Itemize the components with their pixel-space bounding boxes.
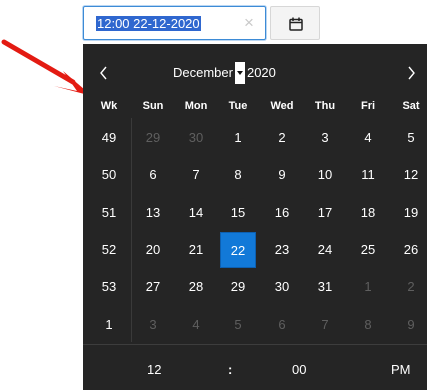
calendar-day[interactable]: 4 <box>350 120 386 156</box>
calendar-day[interactable]: 9 <box>393 307 427 343</box>
weekday-header: Tue <box>228 100 248 112</box>
time-separator: : <box>228 362 233 377</box>
calendar-day[interactable]: 26 <box>393 232 427 268</box>
chevron-left-icon <box>100 66 107 80</box>
calendar-day[interactable]: 18 <box>350 195 386 231</box>
week-number: 50 <box>101 167 117 182</box>
month-year-selector[interactable]: December 2020 <box>173 62 276 84</box>
calendar-day[interactable]: 12 <box>393 157 427 193</box>
calendar-day[interactable]: 3 <box>135 307 171 343</box>
calendar-day[interactable]: 27 <box>135 269 171 305</box>
calendar-day[interactable]: 9 <box>264 157 300 193</box>
date-picker-popup: December 2020 Wk Sun Mon Tue Wed Thu Fri … <box>83 44 427 390</box>
calendar-day[interactable]: 29 <box>220 269 256 305</box>
ampm-toggle[interactable]: PM <box>391 361 411 379</box>
minute-input[interactable]: 00 <box>292 361 306 379</box>
calendar-day[interactable]: 29 <box>135 120 171 156</box>
calendar-day[interactable]: 31 <box>307 269 343 305</box>
calendar-day[interactable]: 13 <box>135 195 171 231</box>
week-number: 52 <box>101 242 117 257</box>
date-time-value[interactable]: 12:00 22-12-2020 <box>96 16 201 31</box>
calendar-day[interactable]: 16 <box>264 195 300 231</box>
weekday-header: Thu <box>314 100 336 112</box>
calendar-day[interactable]: 6 <box>264 307 300 343</box>
calendar-day[interactable]: 19 <box>393 195 427 231</box>
selected-calendar-day[interactable]: 22 <box>220 232 256 268</box>
week-number-header: Wk <box>100 100 118 112</box>
calendar-day[interactable]: 8 <box>220 157 256 193</box>
week-number: 53 <box>101 279 117 294</box>
close-icon[interactable]: × <box>242 14 256 32</box>
month-label: December <box>173 65 233 80</box>
calendar-day[interactable]: 1 <box>220 120 256 156</box>
calendar-icon <box>289 17 303 31</box>
calendar-day[interactable]: 17 <box>307 195 343 231</box>
calendar-day[interactable]: 2 <box>264 120 300 156</box>
year-label: 2020 <box>246 65 276 80</box>
calendar-day[interactable]: 30 <box>264 269 300 305</box>
calendar-day[interactable]: 24 <box>307 232 343 268</box>
date-time-input[interactable]: 12:00 22-12-2020 × <box>83 6 266 40</box>
calendar-day[interactable]: 23 <box>264 232 300 268</box>
calendar-day[interactable]: 30 <box>178 120 214 156</box>
calendar-day[interactable]: 7 <box>307 307 343 343</box>
calendar-day[interactable]: 14 <box>178 195 214 231</box>
weekday-header: Mon <box>184 100 208 112</box>
calendar-day[interactable]: 4 <box>178 307 214 343</box>
chevron-down-icon[interactable] <box>234 62 245 84</box>
calendar-day[interactable]: 5 <box>220 307 256 343</box>
chevron-right-icon <box>408 66 415 80</box>
calendar-day[interactable]: 11 <box>350 157 386 193</box>
week-number: 1 <box>105 317 113 332</box>
weekday-header: Sat <box>402 100 420 112</box>
calendar-day[interactable]: 20 <box>135 232 171 268</box>
next-month-button[interactable] <box>403 62 419 84</box>
calendar-day[interactable]: 15 <box>220 195 256 231</box>
calendar-day[interactable]: 8 <box>350 307 386 343</box>
weekday-header: Fri <box>360 100 376 112</box>
previous-month-button[interactable] <box>96 62 112 84</box>
calendar-day[interactable]: 10 <box>307 157 343 193</box>
calendar-day[interactable]: 21 <box>178 232 214 268</box>
weekday-header: Sun <box>142 100 164 112</box>
calendar-day[interactable]: 7 <box>178 157 214 193</box>
time-selector: 12 : 00 PM <box>83 344 427 391</box>
calendar-button[interactable] <box>270 6 320 40</box>
calendar-day[interactable]: 25 <box>350 232 386 268</box>
calendar-day[interactable]: 3 <box>307 120 343 156</box>
weekday-header: Wed <box>270 100 294 112</box>
calendar-day[interactable]: 28 <box>178 269 214 305</box>
week-number: 49 <box>101 130 117 145</box>
calendar-day[interactable]: 1 <box>350 269 386 305</box>
calendar-day[interactable]: 5 <box>393 120 427 156</box>
calendar-day[interactable]: 6 <box>135 157 171 193</box>
hour-input[interactable]: 12 <box>147 361 161 379</box>
week-number: 51 <box>101 205 117 220</box>
week-number-divider <box>131 118 132 342</box>
calendar-day[interactable]: 2 <box>393 269 427 305</box>
